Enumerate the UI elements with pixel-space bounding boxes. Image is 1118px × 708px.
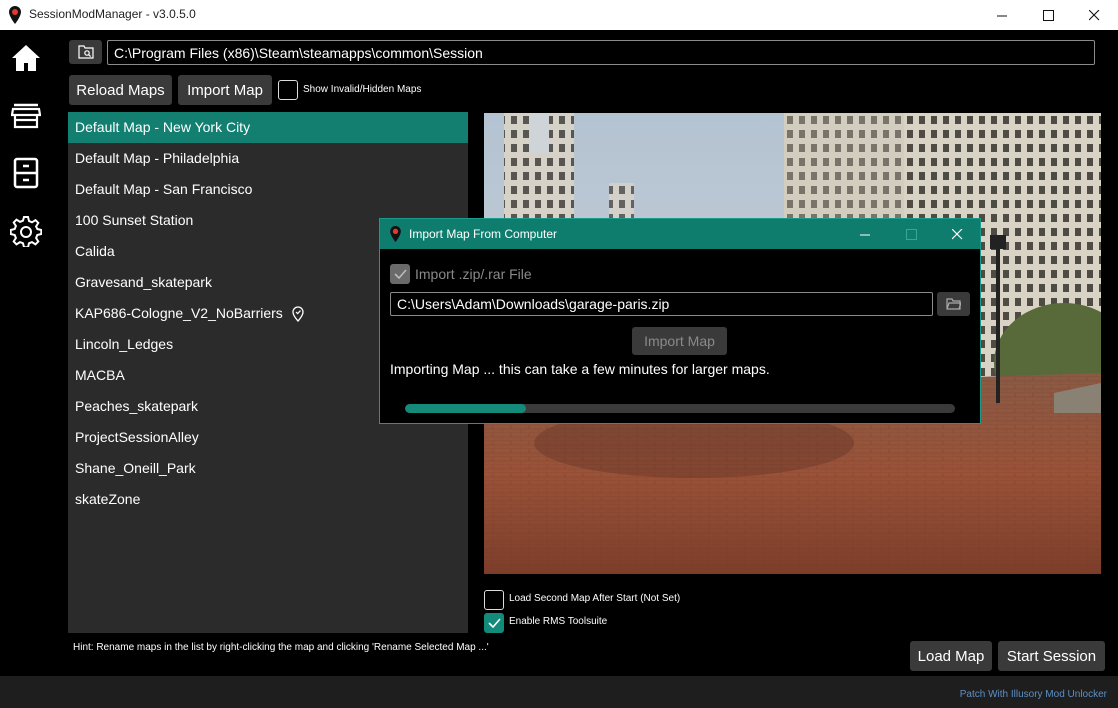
reload-maps-button[interactable]: Reload Maps <box>69 75 172 105</box>
progress-fill <box>405 404 526 413</box>
checkmark-icon <box>393 269 407 279</box>
map-list-item[interactable]: skateZone <box>68 484 468 515</box>
minimize-icon <box>996 15 1007 16</box>
close-button[interactable] <box>1071 0 1117 30</box>
import-file-path-input[interactable] <box>390 292 933 316</box>
import-zip-label: Import .zip/.rar File <box>415 266 532 282</box>
map-name-label: 100 Sunset Station <box>75 212 194 228</box>
close-icon <box>1088 9 1099 20</box>
nav-settings[interactable] <box>10 215 42 247</box>
folder-open-icon <box>946 298 961 310</box>
dialog-titlebar: Import Map From Computer <box>380 219 980 249</box>
load-second-map-label: Load Second Map After Start (Not Set) <box>509 593 681 604</box>
map-name-label: KAP686-Cologne_V2_NoBarriers <box>75 305 283 321</box>
enable-rms-label: Enable RMS Toolsuite <box>509 616 608 627</box>
hint-text: Hint: Rename maps in the list by right-c… <box>73 642 489 653</box>
dialog-maximize-button[interactable] <box>888 219 934 249</box>
map-name-label: ProjectSessionAlley <box>75 429 199 445</box>
nav-store[interactable] <box>10 100 42 132</box>
map-pin-app-icon <box>9 6 21 24</box>
checkmark-icon <box>487 618 501 628</box>
home-icon <box>12 45 40 71</box>
map-name-label: Lincoln_Ledges <box>75 336 174 352</box>
map-list-item[interactable]: Default Map - New York City <box>68 112 468 143</box>
minimize-icon <box>859 234 870 235</box>
store-icon <box>11 103 41 129</box>
map-pin-app-icon <box>390 226 401 242</box>
dialog-minimize-button[interactable] <box>842 219 888 249</box>
browse-game-folder-button[interactable] <box>69 40 102 64</box>
map-name-label: Default Map - San Francisco <box>75 181 253 197</box>
map-list-item[interactable]: Shane_Oneill_Park <box>68 453 468 484</box>
gear-icon <box>10 216 42 247</box>
map-list-item[interactable]: Default Map - Philadelphia <box>68 143 468 174</box>
map-name-label: Default Map - New York City <box>75 119 251 135</box>
window-title: SessionModManager - v3.0.5.0 <box>29 7 196 21</box>
browse-file-button[interactable] <box>937 292 970 316</box>
map-name-label: Peaches_skatepark <box>75 398 198 414</box>
dialog-import-map-button[interactable]: Import Map <box>632 327 727 355</box>
import-status-text: Importing Map ... this can take a few mi… <box>390 361 770 377</box>
map-list-item[interactable]: Default Map - San Francisco <box>68 174 468 205</box>
dialog-close-button[interactable] <box>934 219 980 249</box>
import-map-button[interactable]: Import Map <box>178 75 272 105</box>
maximize-icon <box>1042 9 1054 21</box>
map-name-label: skateZone <box>75 491 141 507</box>
enable-rms-checkbox[interactable] <box>484 613 504 633</box>
map-name-label: MACBA <box>75 367 125 383</box>
dialog-title: Import Map From Computer <box>409 227 558 241</box>
import-map-dialog: Import Map From Computer Import .zip/.ra… <box>379 218 981 424</box>
nav-home[interactable] <box>10 42 42 74</box>
folder-search-icon <box>77 45 94 59</box>
map-name-label: Default Map - Philadelphia <box>75 150 240 166</box>
map-name-label: Shane_Oneill_Park <box>75 460 196 476</box>
side-navigation <box>0 30 52 675</box>
window-titlebar: SessionModManager - v3.0.5.0 <box>0 0 1118 30</box>
footer-bar: Patch With Illusory Mod Unlocker <box>0 676 1118 708</box>
cabinet-icon <box>13 157 39 189</box>
load-map-button[interactable]: Load Map <box>910 641 992 671</box>
close-icon <box>951 228 962 239</box>
patch-mod-unlocker-link[interactable]: Patch With Illusory Mod Unlocker <box>960 689 1107 700</box>
start-session-button[interactable]: Start Session <box>998 641 1105 671</box>
import-progress-bar <box>405 404 955 413</box>
game-path-input[interactable] <box>107 40 1095 65</box>
maximize-icon <box>905 228 917 240</box>
location-pin-icon <box>292 305 304 322</box>
load-second-map-checkbox[interactable] <box>484 590 504 610</box>
map-list-item[interactable]: ProjectSessionAlley <box>68 422 468 453</box>
map-name-label: Gravesand_skatepark <box>75 274 212 290</box>
import-zip-checkbox[interactable] <box>390 264 410 284</box>
minimize-button[interactable] <box>979 0 1025 30</box>
show-invalid-maps-label: Show Invalid/Hidden Maps <box>303 84 422 95</box>
nav-cabinet[interactable] <box>10 157 42 189</box>
map-name-label: Calida <box>75 243 115 259</box>
maximize-button[interactable] <box>1025 0 1071 30</box>
show-invalid-maps-checkbox[interactable] <box>278 80 298 100</box>
